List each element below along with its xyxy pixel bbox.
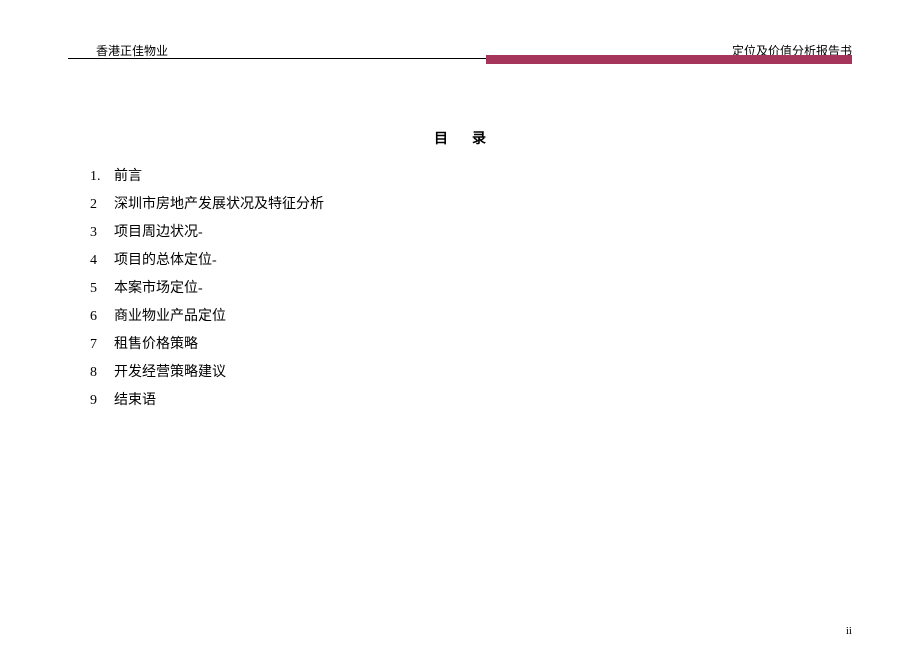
toc-item: 9结束语 — [90, 387, 324, 415]
toc-num: 2 — [90, 191, 114, 219]
page-header: 香港正佳物业 定位及价值分析报告书 — [0, 0, 920, 42]
header-left-text: 香港正佳物业 — [96, 42, 168, 59]
toc-item: 5本案市场定位- — [90, 275, 324, 303]
toc-item: 1.前言 — [90, 163, 324, 191]
header-underline — [68, 58, 486, 59]
toc-text: 开发经营策略建议 — [114, 365, 226, 380]
title-char-2: 录 — [472, 132, 486, 147]
toc-text: 项目的总体定位- — [114, 253, 217, 268]
toc-text: 前言 — [114, 169, 142, 184]
toc-num: 1. — [90, 163, 114, 191]
page-number: ii — [846, 625, 852, 637]
toc-text: 项目周边状况- — [114, 225, 203, 240]
table-of-contents: 1.前言 2深圳市房地产发展状况及特征分析 3项目周边状况- 4项目的总体定位-… — [90, 163, 324, 415]
toc-num: 4 — [90, 247, 114, 275]
toc-text: 深圳市房地产发展状况及特征分析 — [114, 197, 324, 212]
toc-text: 商业物业产品定位 — [114, 309, 226, 324]
toc-item: 2深圳市房地产发展状况及特征分析 — [90, 191, 324, 219]
header-color-bar — [486, 55, 852, 64]
toc-num: 9 — [90, 387, 114, 415]
toc-text: 本案市场定位- — [114, 281, 203, 296]
toc-text: 租售价格策略 — [114, 337, 198, 352]
toc-text: 结束语 — [114, 393, 156, 408]
toc-item: 3项目周边状况- — [90, 219, 324, 247]
toc-num: 5 — [90, 275, 114, 303]
toc-item: 6商业物业产品定位 — [90, 303, 324, 331]
toc-item: 7租售价格策略 — [90, 331, 324, 359]
toc-item: 4项目的总体定位- — [90, 247, 324, 275]
toc-item: 8开发经营策略建议 — [90, 359, 324, 387]
toc-num: 3 — [90, 219, 114, 247]
title-char-1: 目 — [434, 128, 448, 148]
toc-num: 7 — [90, 331, 114, 359]
toc-num: 6 — [90, 303, 114, 331]
toc-num: 8 — [90, 359, 114, 387]
toc-title: 目录 — [0, 128, 920, 148]
